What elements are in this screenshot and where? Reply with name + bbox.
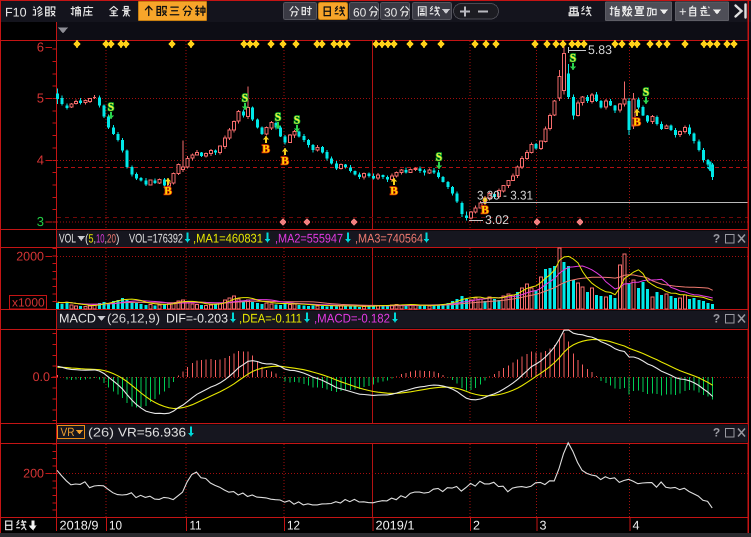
- svg-text:4: 4: [633, 519, 640, 533]
- svg-text:30: 30: [384, 6, 398, 20]
- svg-text:60: 60: [353, 6, 367, 20]
- svg-text:S: S: [294, 115, 300, 127]
- svg-text:2019/1: 2019/1: [376, 519, 415, 533]
- svg-text:VR: VR: [61, 425, 75, 439]
- svg-text:S: S: [570, 53, 576, 65]
- svg-text:200: 200: [23, 467, 44, 481]
- svg-text:?: ?: [713, 426, 720, 440]
- svg-text:10: 10: [109, 519, 122, 533]
- svg-text:5.83: 5.83: [588, 43, 612, 57]
- svg-text:S: S: [643, 87, 649, 99]
- svg-text:5: 5: [37, 91, 44, 106]
- svg-text:DIF=-0.203: DIF=-0.203: [166, 312, 228, 326]
- svg-text:?: ?: [713, 312, 720, 326]
- svg-text:S: S: [108, 102, 114, 114]
- svg-text:2: 2: [473, 519, 480, 533]
- svg-text:S: S: [275, 112, 281, 124]
- svg-text:3: 3: [37, 214, 44, 229]
- svg-text:3: 3: [540, 519, 547, 533]
- svg-text:S: S: [436, 152, 442, 164]
- svg-text:,MACD=-0.182: ,MACD=-0.182: [314, 312, 390, 326]
- svg-text:2018/9: 2018/9: [60, 519, 99, 533]
- svg-text:(26): (26): [88, 426, 114, 440]
- svg-text:F10: F10: [5, 6, 27, 20]
- svg-text:B: B: [262, 144, 270, 156]
- svg-text:10: 10: [96, 232, 105, 246]
- svg-text:VR=56.936: VR=56.936: [118, 426, 186, 440]
- svg-text:,MA2=555947: ,MA2=555947: [275, 232, 343, 246]
- svg-text:?: ?: [713, 232, 720, 246]
- svg-text:,MA3=740564: ,MA3=740564: [355, 232, 423, 246]
- svg-text:MACD: MACD: [59, 312, 96, 326]
- svg-text:,DEA=-0.111: ,DEA=-0.111: [239, 312, 302, 326]
- svg-text:12: 12: [287, 519, 300, 533]
- svg-text:VOL: VOL: [59, 232, 76, 246]
- svg-text:(26,12,9): (26,12,9): [107, 312, 160, 326]
- svg-text:2000: 2000: [16, 250, 44, 264]
- svg-text:B: B: [633, 117, 641, 129]
- svg-text:B: B: [390, 186, 398, 198]
- svg-text:): ): [116, 232, 120, 246]
- svg-text:B: B: [164, 186, 172, 198]
- svg-text:+: +: [679, 4, 687, 19]
- svg-text:11: 11: [190, 519, 202, 533]
- svg-text:,MA1=460831: ,MA1=460831: [193, 232, 263, 246]
- svg-text:4: 4: [37, 152, 44, 167]
- svg-text:S: S: [242, 93, 248, 105]
- svg-text:B: B: [281, 156, 289, 168]
- svg-text:0.0: 0.0: [33, 370, 50, 384]
- svg-text:6: 6: [37, 40, 44, 55]
- svg-text:VOL=176392: VOL=176392: [129, 232, 183, 246]
- svg-text:x1000: x1000: [12, 296, 45, 310]
- svg-text:3.30 - 3.31: 3.30 - 3.31: [477, 189, 533, 203]
- svg-text:3.02: 3.02: [485, 213, 509, 227]
- svg-text:20: 20: [107, 232, 116, 246]
